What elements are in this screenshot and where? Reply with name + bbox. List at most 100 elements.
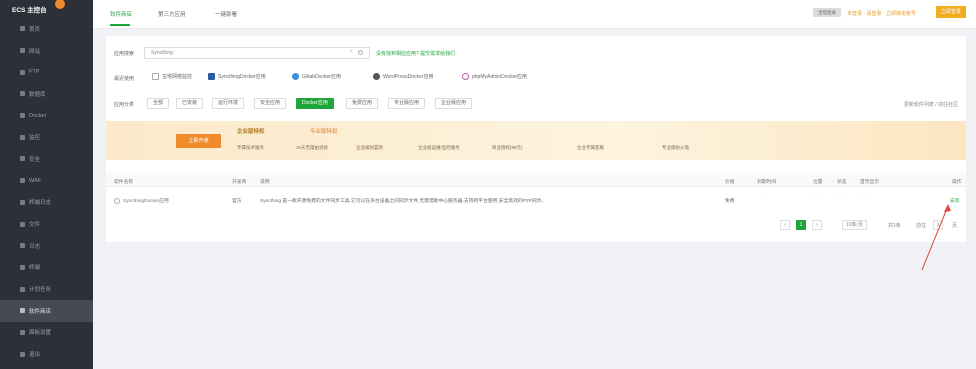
- sidebar-item-label: 终端: [29, 265, 41, 272]
- sidebar-item-terminal[interactable]: 终端: [0, 257, 93, 279]
- goto-label: 前往: [916, 223, 927, 229]
- sidebar-item-database[interactable]: 数据库: [0, 83, 93, 105]
- install-button[interactable]: 安装: [950, 197, 960, 204]
- wordpress-icon: [373, 73, 380, 80]
- sidebar-item-app-store[interactable]: 软件商店: [0, 299, 93, 322]
- prev-page-button[interactable]: ‹: [780, 220, 790, 230]
- sidebar-item-docker[interactable]: Docker: [0, 105, 93, 127]
- sidebar-item-files[interactable]: 文件: [0, 213, 93, 235]
- home-icon: [20, 26, 25, 32]
- promo-feature: 商业授权(99元): [492, 145, 523, 150]
- col-expire: 到期时间: [757, 180, 777, 185]
- promo-feature: 专属技术服务: [237, 145, 264, 150]
- total-count: 共1条: [888, 223, 901, 229]
- monitor-icon: [20, 134, 25, 140]
- sidebar-item-settings[interactable]: 面板设置: [0, 322, 93, 344]
- recent-item[interactable]: WordPressDocker应用: [373, 73, 433, 80]
- col-price: 价格: [725, 180, 735, 185]
- tab-app-store[interactable]: 软件商店: [110, 10, 132, 18]
- sidebar-item-label: 计划任务: [29, 287, 52, 294]
- promo-enterprise-title: 企业版特权: [237, 129, 265, 135]
- category-all[interactable]: 全部: [147, 98, 170, 109]
- sidebar-item-security[interactable]: 安全: [0, 148, 93, 170]
- submit-request-link[interactable]: 没有找到相应应用? 提交需求给我们: [376, 50, 455, 57]
- search-label: 应用搜索: [114, 51, 135, 57]
- update-list-link[interactable]: 更新软件列表 / 前往社区: [904, 101, 958, 108]
- category-pro[interactable]: 专业版应用: [388, 98, 426, 109]
- tab-third-party[interactable]: 第三方应用: [158, 10, 186, 18]
- top-bar: 软件商店 第三方应用 一键部署 宝塔登录 未登录 · 请登录 · 立即绑定账号 …: [93, 0, 976, 29]
- network-icon: [152, 73, 159, 80]
- recent-item-label: GitlabDocker应用: [302, 74, 341, 80]
- sidebar-item-label: 软件商店: [29, 308, 52, 315]
- document-icon: [20, 243, 25, 249]
- recent-item[interactable]: SyncthingDocker应用: [208, 73, 266, 80]
- per-page-select[interactable]: 10条/页: [842, 220, 867, 230]
- recent-item[interactable]: phpMyAdminDocker应用: [462, 73, 527, 80]
- log-icon: [20, 199, 25, 205]
- gitlab-icon: [292, 73, 299, 80]
- login-button[interactable]: 立即登录: [936, 6, 966, 18]
- col-developer: 开发商: [232, 180, 247, 185]
- clear-icon[interactable]: ×: [349, 49, 353, 56]
- col-action: 操作: [952, 180, 962, 185]
- recent-item[interactable]: 宝塔网络监控: [152, 73, 192, 80]
- sidebar-item-logs[interactable]: 日志: [0, 235, 93, 257]
- sidebar-item-website[interactable]: 网站: [0, 40, 93, 62]
- col-name: 软件名称: [114, 180, 134, 185]
- search-icon[interactable]: [358, 50, 363, 55]
- login-label: 宝塔登录: [813, 8, 841, 17]
- sidebar-item-home[interactable]: 首页: [0, 18, 93, 40]
- sidebar-item-monitor[interactable]: 监控: [0, 126, 93, 148]
- app-store-panel: 应用搜索 Syncthing × 没有找到相应应用? 提交需求给我们 最近使用 …: [106, 36, 966, 242]
- recent-label: 最近使用: [114, 76, 135, 82]
- search-input[interactable]: Syncthing ×: [144, 47, 370, 59]
- sidebar-item-label: 文件: [29, 222, 41, 229]
- category-docker[interactable]: Docker应用: [296, 98, 334, 109]
- app-icon: [114, 197, 120, 204]
- recent-item-label: 宝塔网络监控: [162, 74, 193, 80]
- promo-pro-title: 专业版特权: [310, 129, 338, 135]
- next-page-button[interactable]: ›: [812, 220, 822, 230]
- clock-icon: [20, 286, 25, 292]
- col-location: 位置: [813, 180, 823, 185]
- promo-feature: 10天无理由退款: [296, 145, 329, 150]
- promo-feature: 企业级防篡改: [356, 145, 383, 150]
- sidebar-item-label: 面板设置: [29, 330, 52, 337]
- app-expire: --: [761, 197, 765, 202]
- category-runtime[interactable]: 运行环境: [212, 98, 245, 109]
- sidebar-item-label: 安全: [29, 156, 41, 163]
- phpmyadmin-icon: [462, 73, 469, 80]
- promo-feature: 专业版防火墙: [662, 145, 689, 150]
- category-free[interactable]: 免费应用: [346, 98, 379, 109]
- category-installed[interactable]: 已安装: [176, 98, 204, 109]
- app-location: --: [815, 197, 819, 202]
- docker-icon: [20, 113, 25, 119]
- app-name[interactable]: SyncthingDocker应用: [114, 197, 169, 204]
- sidebar-item-waf[interactable]: WAF: [0, 170, 93, 192]
- sidebar-item-label: 数据库: [29, 91, 46, 98]
- syncthing-icon: [208, 73, 215, 80]
- promo-buy-button[interactable]: 立即开通: [176, 134, 221, 148]
- logout-icon: [20, 351, 25, 357]
- recent-item[interactable]: GitlabDocker应用: [292, 73, 341, 80]
- sidebar-item-cron[interactable]: 计划任务: [0, 278, 93, 300]
- notification-badge[interactable]: [54, 0, 65, 9]
- page-1-button[interactable]: 1: [796, 220, 806, 230]
- goto-page-input[interactable]: 1: [933, 220, 943, 230]
- category-security[interactable]: 安全应用: [254, 98, 287, 109]
- sidebar-item-ftp[interactable]: FTP: [0, 61, 93, 83]
- terminal-icon: [20, 264, 25, 270]
- app-status: --: [839, 197, 843, 202]
- account-notice[interactable]: 未登录 · 请登录 · 立即绑定账号: [847, 10, 916, 17]
- app-price: 免费: [725, 199, 735, 204]
- app-home-display: --: [862, 197, 866, 202]
- tab-one-click-deploy[interactable]: 一键部署: [215, 10, 237, 18]
- sidebar-item-label: 监控: [29, 135, 41, 142]
- app-title: ECS 主控台: [12, 7, 47, 14]
- search-value: Syncthing: [151, 50, 173, 56]
- sidebar-item-logout[interactable]: 退出: [0, 343, 93, 365]
- recent-item-label: WordPressDocker应用: [383, 74, 434, 80]
- sidebar-item-terminal-log[interactable]: 终端日志: [0, 192, 93, 214]
- category-enterprise[interactable]: 企业版应用: [435, 98, 473, 109]
